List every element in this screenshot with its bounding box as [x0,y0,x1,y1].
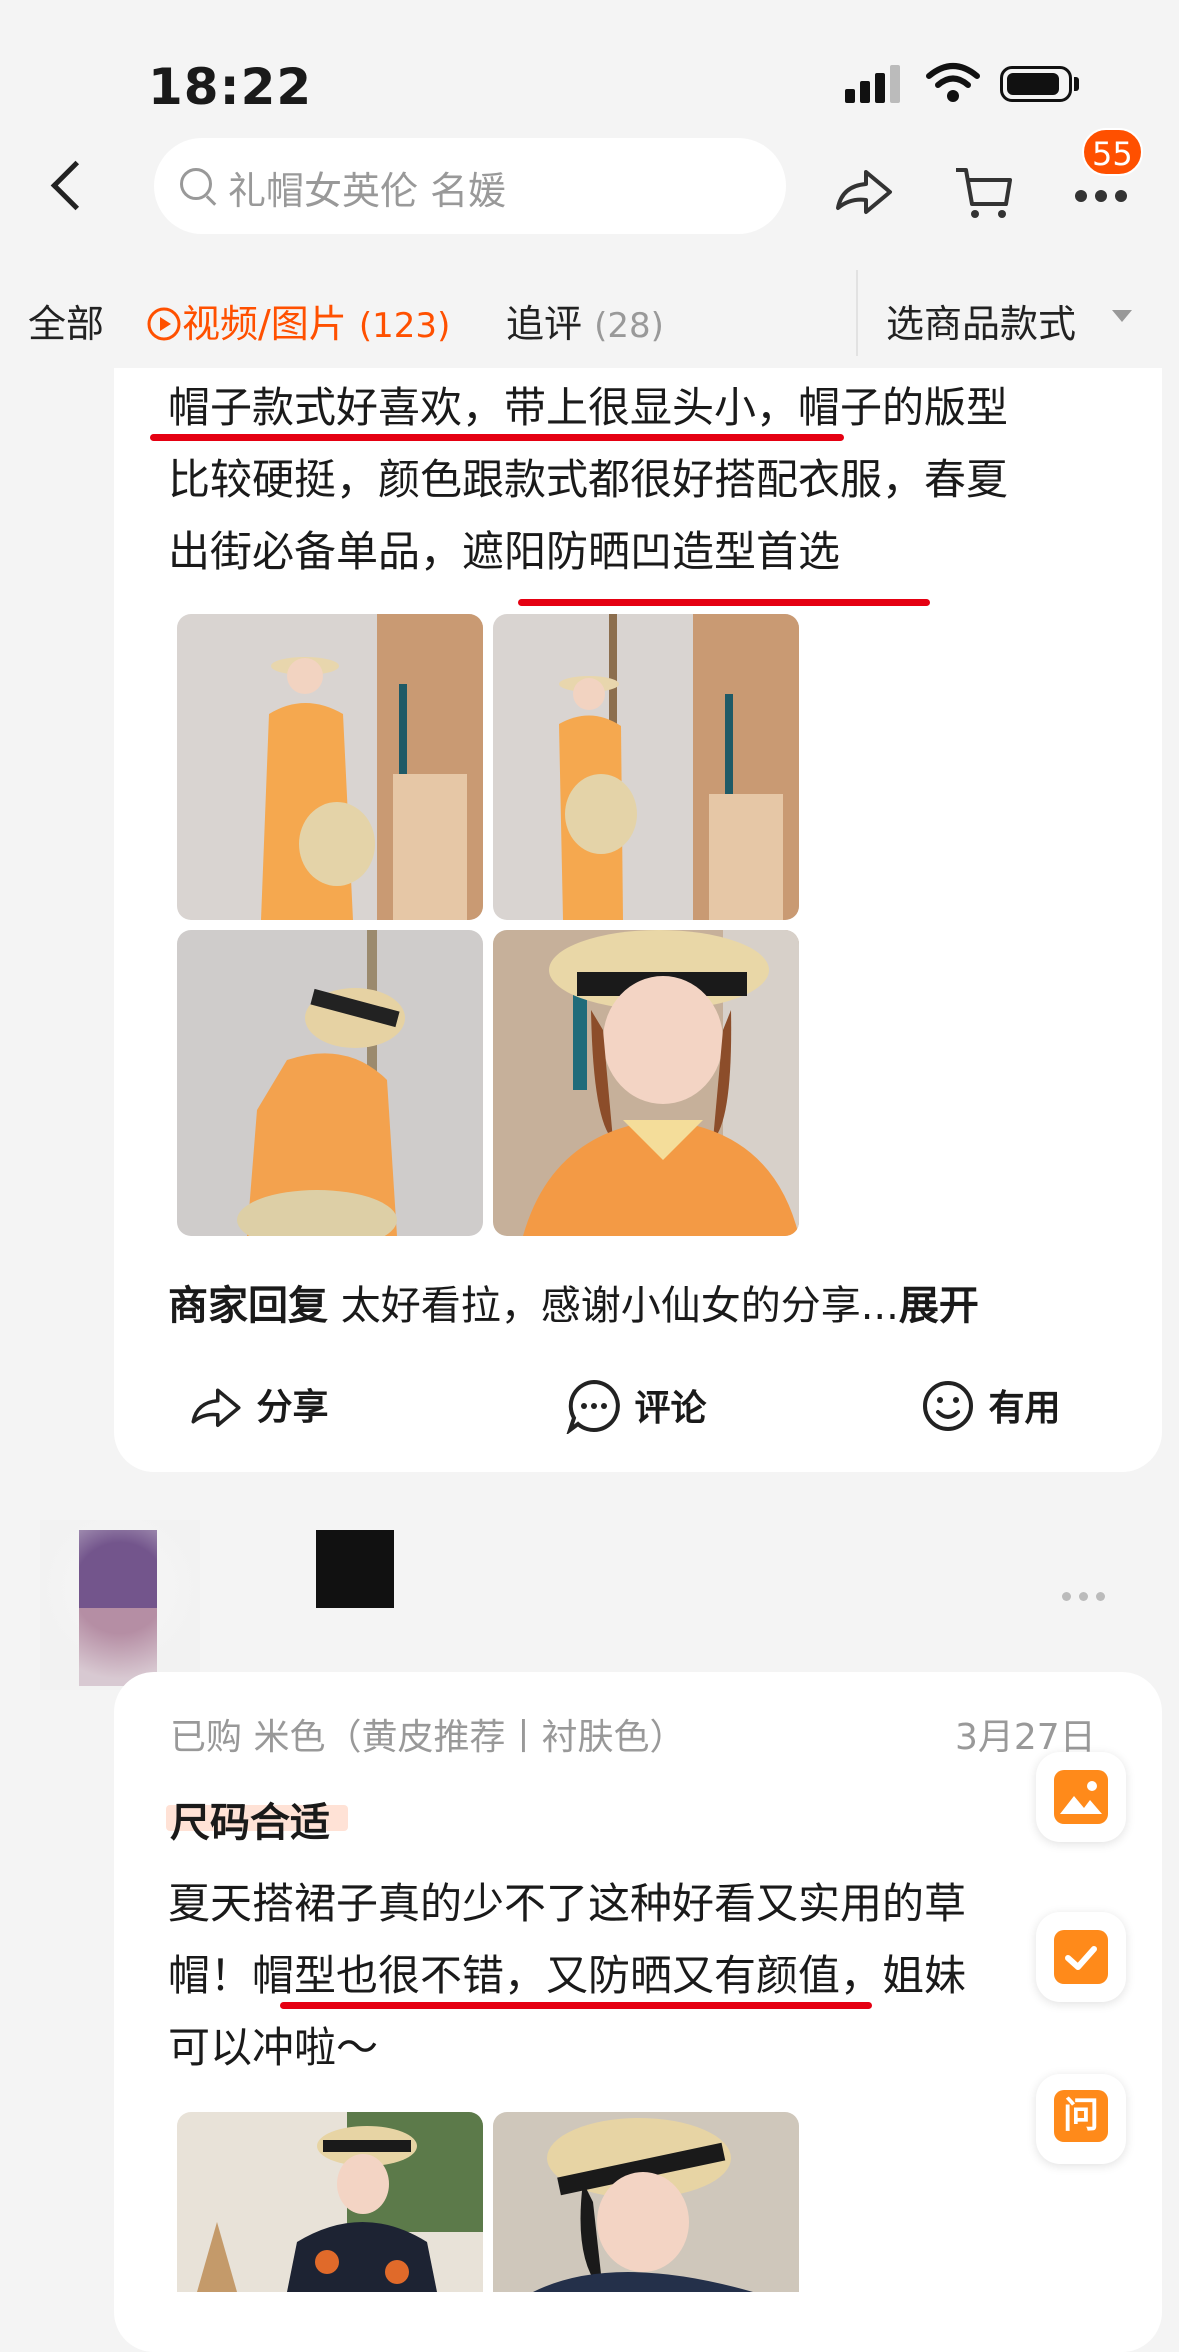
useful-action[interactable]: 有用 [920,1378,1061,1434]
sku-filter[interactable]: 选商品款式 [886,293,1076,348]
back-icon[interactable] [50,160,101,211]
ask-button[interactable]: 问 [1036,2074,1126,2164]
image-icon [1054,1770,1108,1824]
review-photo[interactable] [493,614,799,920]
review-more-icon[interactable] [1062,1586,1113,1605]
review-photo[interactable] [493,2112,799,2292]
size-tag: 尺码合适 [170,1800,330,1846]
wifi-icon [926,63,980,102]
share-icon[interactable] [832,160,896,224]
comment-action[interactable]: 评论 [566,1378,707,1436]
highlight-underline [150,434,844,441]
tab-followup-label: 追评 [506,302,583,346]
battery-tip [1074,77,1079,91]
seller-reply: 商家回复 太好看拉，感谢小仙女的分享...展开 [168,1270,979,1342]
expand-link[interactable]: 展开 [899,1283,979,1329]
tab-all[interactable]: 全部 [28,293,104,348]
tab-video-photo[interactable]: 视频/图片 (123) [146,293,450,348]
tab-video-photo-label: 视频/图片 [182,302,347,346]
checklist-button[interactable] [1036,1912,1126,2002]
share-icon [191,1388,241,1427]
smile-icon [923,1381,973,1431]
review-photo[interactable] [177,930,483,1236]
search-icon [180,168,212,200]
checklist-icon [1054,1930,1108,1984]
seller-reply-text: 太好看拉，感谢小仙女的分享... [328,1283,899,1329]
highlight-underline [280,2002,872,2009]
review-photo[interactable] [493,930,799,1236]
chevron-down-icon [1112,310,1132,322]
comment-icon [566,1379,620,1436]
review-photo[interactable] [177,614,483,920]
sku-filter-label: 选商品款式 [886,302,1077,346]
battery-icon [1000,66,1072,102]
share-action[interactable]: 分享 [188,1378,329,1431]
search-placeholder: 礼帽女英伦 名媛 [228,169,507,213]
tab-all-label: 全部 [28,302,105,346]
ask-icon: 问 [1054,2090,1108,2142]
tab-video-photo-count: (123) [358,306,451,346]
seller-reply-label: 商家回复 [168,1283,328,1329]
review-text-line: 比较硬挺，颜色跟款式都很好搭配衣服，春夏 [168,455,1009,504]
tab-divider [856,270,858,356]
share-label: 分享 [256,1387,329,1428]
more-icon[interactable] [1075,187,1135,206]
review-photo[interactable] [177,2112,483,2292]
cart-count-badge: 55 [1082,128,1143,176]
tab-followup-count: (28) [594,306,664,346]
avatar-blur [40,1520,200,1690]
play-circle-icon [147,307,181,341]
tab-followup[interactable]: 追评 (28) [506,293,664,348]
highlight-underline [518,599,930,606]
cart-icon[interactable] [952,160,1016,224]
username-redacted [316,1530,394,1608]
photo-filter-button[interactable] [1036,1752,1126,1842]
review-text-line: 夏天搭裙子真的少不了这种好看又实用的草 [168,1879,967,1928]
comment-label: 评论 [634,1388,707,1429]
review-text-line: 出街必备单品，遮阳防晒凹造型首选 [168,527,841,576]
signal-icon [845,65,905,103]
purchased-variant: 已购 米色（黄皮推荐丨衬肤色） [170,1717,686,1758]
useful-label: 有用 [988,1388,1061,1429]
status-time: 18:22 [148,58,313,116]
review-text-line: 可以冲啦～ [168,2023,379,2072]
